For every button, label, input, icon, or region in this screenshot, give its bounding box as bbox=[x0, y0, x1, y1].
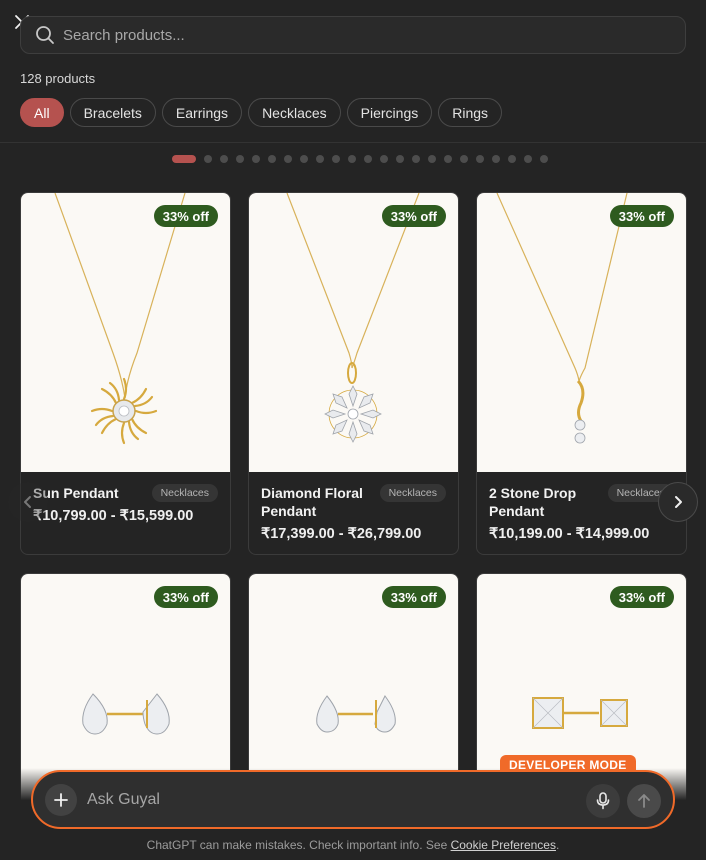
disclaimer: ChatGPT can make mistakes. Check importa… bbox=[0, 838, 706, 852]
discount-badge: 33% off bbox=[609, 205, 674, 227]
search-bar[interactable] bbox=[20, 16, 686, 54]
search-input[interactable] bbox=[63, 26, 643, 44]
dictate-button[interactable] bbox=[586, 784, 620, 818]
product-card[interactable]: 33% off 2 Stone Drop Pendant Necklaces ₹… bbox=[476, 192, 687, 555]
product-price: ₹17,399.00 - ₹26,799.00 bbox=[261, 526, 422, 542]
discount-badge: 33% off bbox=[153, 205, 218, 227]
carousel-dot[interactable] bbox=[284, 155, 292, 163]
carousel-dot[interactable] bbox=[492, 155, 500, 163]
filter-chip-bracelets[interactable]: Bracelets bbox=[69, 98, 156, 127]
carousel-dot[interactable] bbox=[524, 155, 532, 163]
product-name: 2 Stone Drop Pendant bbox=[489, 485, 577, 519]
product-name: Sun Pendant bbox=[33, 485, 119, 501]
category-tag: Necklaces bbox=[151, 484, 218, 502]
filter-chips: All Bracelets Earrings Necklaces Piercin… bbox=[20, 98, 503, 127]
carousel-dot[interactable] bbox=[396, 155, 404, 163]
filter-chip-piercings[interactable]: Piercings bbox=[346, 98, 433, 127]
carousel-dot[interactable] bbox=[332, 155, 340, 163]
discount-badge: 33% off bbox=[381, 205, 446, 227]
filter-chip-necklaces[interactable]: Necklaces bbox=[248, 98, 341, 127]
cookie-preferences-link[interactable]: Cookie Preferences bbox=[451, 838, 556, 852]
carousel-dot[interactable] bbox=[444, 155, 452, 163]
carousel-prev-button[interactable] bbox=[8, 482, 48, 522]
carousel-dot[interactable] bbox=[236, 155, 244, 163]
carousel-dot[interactable] bbox=[316, 155, 324, 163]
filter-chip-earrings[interactable]: Earrings bbox=[161, 98, 243, 127]
product-image-drop-pendant: 33% off bbox=[477, 193, 686, 472]
carousel-dot[interactable] bbox=[220, 155, 228, 163]
carousel-dot[interactable] bbox=[268, 155, 276, 163]
send-button[interactable] bbox=[627, 784, 661, 818]
product-name: Diamond Floral Pendant bbox=[261, 485, 363, 519]
carousel-dot[interactable] bbox=[540, 155, 548, 163]
carousel-dot[interactable] bbox=[300, 155, 308, 163]
plus-icon bbox=[54, 793, 68, 807]
microphone-icon bbox=[596, 792, 610, 810]
carousel-dot[interactable] bbox=[172, 155, 196, 163]
carousel-dot[interactable] bbox=[364, 155, 372, 163]
product-card[interactable]: 33% off Diamond Floral Pendant Necklaces… bbox=[248, 192, 459, 555]
discount-badge: 33% off bbox=[381, 586, 446, 608]
product-price: ₹10,799.00 - ₹15,599.00 bbox=[33, 508, 194, 524]
carousel-dot[interactable] bbox=[476, 155, 484, 163]
arrow-up-icon bbox=[638, 794, 650, 808]
disclaimer-text: ChatGPT can make mistakes. Check importa… bbox=[146, 838, 448, 852]
chevron-right-icon bbox=[675, 496, 682, 508]
discount-badge: 33% off bbox=[153, 586, 218, 608]
product-image-floral-pendant: 33% off bbox=[249, 193, 458, 472]
product-image-sun-pendant: 33% off bbox=[21, 193, 230, 472]
carousel-dot[interactable] bbox=[412, 155, 420, 163]
carousel-dot[interactable] bbox=[508, 155, 516, 163]
carousel-dot[interactable] bbox=[380, 155, 388, 163]
carousel-dot[interactable] bbox=[460, 155, 468, 163]
discount-badge: 33% off bbox=[609, 586, 674, 608]
filter-chip-rings[interactable]: Rings bbox=[438, 98, 503, 127]
attach-button[interactable] bbox=[45, 784, 77, 816]
disclaimer-suffix: . bbox=[555, 838, 560, 852]
chat-composer bbox=[31, 770, 675, 829]
product-price: ₹10,199.00 - ₹14,999.00 bbox=[489, 526, 650, 542]
carousel-pagination bbox=[172, 155, 548, 163]
ask-input[interactable] bbox=[87, 786, 507, 814]
product-card[interactable]: 33% off Sun Pendant Necklaces ₹10,799.00… bbox=[20, 192, 231, 555]
carousel-dot[interactable] bbox=[348, 155, 356, 163]
category-tag: Necklaces bbox=[379, 484, 446, 502]
product-count: 128 products bbox=[20, 71, 96, 86]
chevron-left-icon bbox=[24, 496, 31, 508]
carousel-next-button[interactable] bbox=[658, 482, 698, 522]
search-icon bbox=[36, 26, 54, 44]
carousel-dot[interactable] bbox=[428, 155, 436, 163]
divider bbox=[0, 142, 706, 143]
filter-chip-all[interactable]: All bbox=[20, 98, 64, 127]
carousel-dot[interactable] bbox=[252, 155, 260, 163]
carousel-dot[interactable] bbox=[204, 155, 212, 163]
